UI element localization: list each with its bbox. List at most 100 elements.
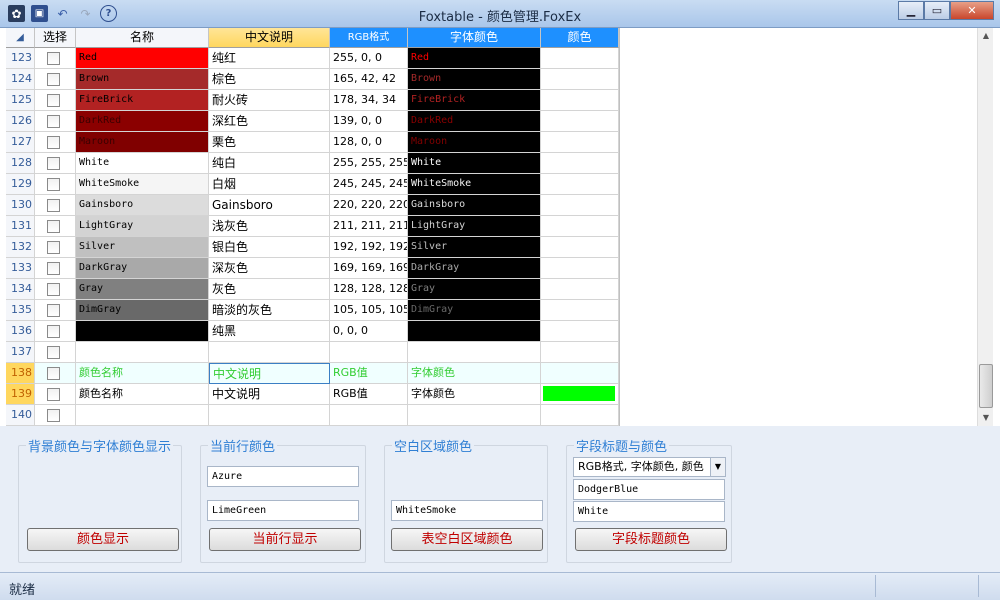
table-row[interactable]: 131 LightGray 浅灰色 211, 211, 211 LightGray — [6, 216, 619, 237]
font-color-cell[interactable]: 字体颜色 — [408, 384, 541, 405]
name-cell[interactable]: Silver — [76, 237, 209, 258]
rgb-cell[interactable]: RGB值 — [330, 384, 408, 405]
rgb-cell[interactable] — [330, 405, 408, 426]
select-cell[interactable] — [35, 111, 76, 132]
field-select-dropdown[interactable]: RGB格式, 字体颜色, 颜色 ▼ — [573, 457, 726, 477]
font-color-cell[interactable]: White — [408, 153, 541, 174]
font-color-cell[interactable] — [408, 321, 541, 342]
rgb-cell[interactable]: 178, 34, 34 — [330, 90, 408, 111]
current-row-bg-input[interactable]: Azure — [207, 466, 359, 487]
rgb-cell[interactable]: 128, 0, 0 — [330, 132, 408, 153]
chinese-cell[interactable]: 纯黑 — [209, 321, 330, 342]
select-checkbox[interactable] — [47, 157, 60, 170]
font-color-cell[interactable] — [408, 342, 541, 363]
select-cell[interactable] — [35, 153, 76, 174]
name-cell[interactable]: DarkGray — [76, 258, 209, 279]
select-cell[interactable] — [35, 90, 76, 111]
select-cell[interactable] — [35, 237, 76, 258]
column-header-chinese[interactable]: 中文说明 — [209, 28, 330, 48]
empty-area-color-input[interactable]: WhiteSmoke — [391, 500, 543, 521]
corner-header[interactable]: ◢ — [6, 28, 35, 48]
table-row[interactable]: 134 Gray 灰色 128, 128, 128 Gray — [6, 279, 619, 300]
font-color-cell[interactable]: 字体颜色 — [408, 363, 541, 384]
chinese-cell[interactable]: 深灰色 — [209, 258, 330, 279]
color-cell[interactable] — [541, 90, 619, 111]
name-cell[interactable]: WhiteSmoke — [76, 174, 209, 195]
table-row[interactable]: 132 Silver 银白色 192, 192, 192 Silver — [6, 237, 619, 258]
chinese-cell[interactable]: 白烟 — [209, 174, 330, 195]
select-cell[interactable] — [35, 342, 76, 363]
color-cell[interactable] — [541, 300, 619, 321]
column-header-font-color[interactable]: 字体颜色 — [408, 28, 541, 48]
column-header-color[interactable]: 颜色 — [541, 28, 619, 48]
select-checkbox[interactable] — [47, 52, 60, 65]
select-checkbox[interactable] — [47, 178, 60, 191]
color-cell[interactable] — [541, 153, 619, 174]
table-row[interactable]: 133 DarkGray 深灰色 169, 169, 169 DarkGray — [6, 258, 619, 279]
select-checkbox[interactable] — [47, 388, 60, 401]
chinese-cell[interactable]: 纯红 — [209, 48, 330, 69]
rgb-cell[interactable]: 245, 245, 245 — [330, 174, 408, 195]
name-cell[interactable] — [76, 405, 209, 426]
select-checkbox[interactable] — [47, 220, 60, 233]
table-row[interactable]: 129 WhiteSmoke 白烟 245, 245, 245 WhiteSmoke — [6, 174, 619, 195]
table-row[interactable]: 128 White 纯白 255, 255, 255 White — [6, 153, 619, 174]
font-color-cell[interactable]: Gainsboro — [408, 195, 541, 216]
table-row[interactable]: 140 — [6, 405, 619, 426]
select-cell[interactable] — [35, 195, 76, 216]
chinese-cell[interactable]: 银白色 — [209, 237, 330, 258]
select-checkbox[interactable] — [47, 304, 60, 317]
chinese-cell[interactable]: 中文说明 — [209, 363, 330, 384]
select-cell[interactable] — [35, 321, 76, 342]
font-color-cell[interactable] — [408, 405, 541, 426]
chinese-cell[interactable]: 灰色 — [209, 279, 330, 300]
color-cell[interactable] — [541, 69, 619, 90]
select-checkbox[interactable] — [47, 73, 60, 86]
font-color-cell[interactable]: FireBrick — [408, 90, 541, 111]
select-checkbox[interactable] — [47, 115, 60, 128]
select-cell[interactable] — [35, 174, 76, 195]
color-cell[interactable] — [541, 363, 619, 384]
rgb-cell[interactable]: 105, 105, 105 — [330, 300, 408, 321]
select-checkbox[interactable] — [47, 409, 60, 422]
font-color-cell[interactable]: Brown — [408, 69, 541, 90]
chinese-cell[interactable]: 棕色 — [209, 69, 330, 90]
current-row-display-button[interactable]: 当前行显示 — [209, 528, 361, 551]
chinese-cell[interactable]: 暗淡的灰色 — [209, 300, 330, 321]
chevron-down-icon[interactable]: ▼ — [710, 458, 725, 476]
name-cell[interactable]: White — [76, 153, 209, 174]
table-row[interactable]: 123 Red 纯红 255, 0, 0 Red — [6, 48, 619, 69]
rgb-cell[interactable]: 169, 169, 169 — [330, 258, 408, 279]
name-cell[interactable]: Brown — [76, 69, 209, 90]
chinese-cell[interactable]: 浅灰色 — [209, 216, 330, 237]
select-cell[interactable] — [35, 405, 76, 426]
color-cell[interactable] — [541, 174, 619, 195]
color-cell[interactable] — [541, 132, 619, 153]
select-checkbox[interactable] — [47, 346, 60, 359]
chinese-cell[interactable]: 深红色 — [209, 111, 330, 132]
select-checkbox[interactable] — [47, 325, 60, 338]
rgb-cell[interactable]: 220, 220, 220 — [330, 195, 408, 216]
current-row-fg-input[interactable]: LimeGreen — [207, 500, 359, 521]
name-cell[interactable]: Gray — [76, 279, 209, 300]
select-checkbox[interactable] — [47, 283, 60, 296]
select-cell[interactable] — [35, 258, 76, 279]
empty-area-color-button[interactable]: 表空白区域颜色 — [391, 528, 543, 551]
name-cell[interactable]: FireBrick — [76, 90, 209, 111]
column-header-select[interactable]: 选择 — [35, 28, 76, 48]
font-color-cell[interactable]: Gray — [408, 279, 541, 300]
select-cell[interactable] — [35, 300, 76, 321]
color-cell[interactable] — [541, 195, 619, 216]
select-cell[interactable] — [35, 132, 76, 153]
select-checkbox[interactable] — [47, 241, 60, 254]
name-cell[interactable]: 颜色名称 — [76, 384, 209, 405]
color-cell[interactable] — [541, 279, 619, 300]
chinese-cell[interactable]: 纯白 — [209, 153, 330, 174]
rgb-cell[interactable]: 0, 0, 0 — [330, 321, 408, 342]
field-title-fg-input[interactable]: White — [573, 501, 725, 522]
vertical-scrollbar[interactable]: ▲ ▼ — [977, 28, 993, 426]
rgb-cell[interactable]: 165, 42, 42 — [330, 69, 408, 90]
name-cell[interactable]: 颜色名称 — [76, 363, 209, 384]
table-row[interactable]: 125 FireBrick 耐火砖 178, 34, 34 FireBrick — [6, 90, 619, 111]
font-color-cell[interactable]: DarkRed — [408, 111, 541, 132]
